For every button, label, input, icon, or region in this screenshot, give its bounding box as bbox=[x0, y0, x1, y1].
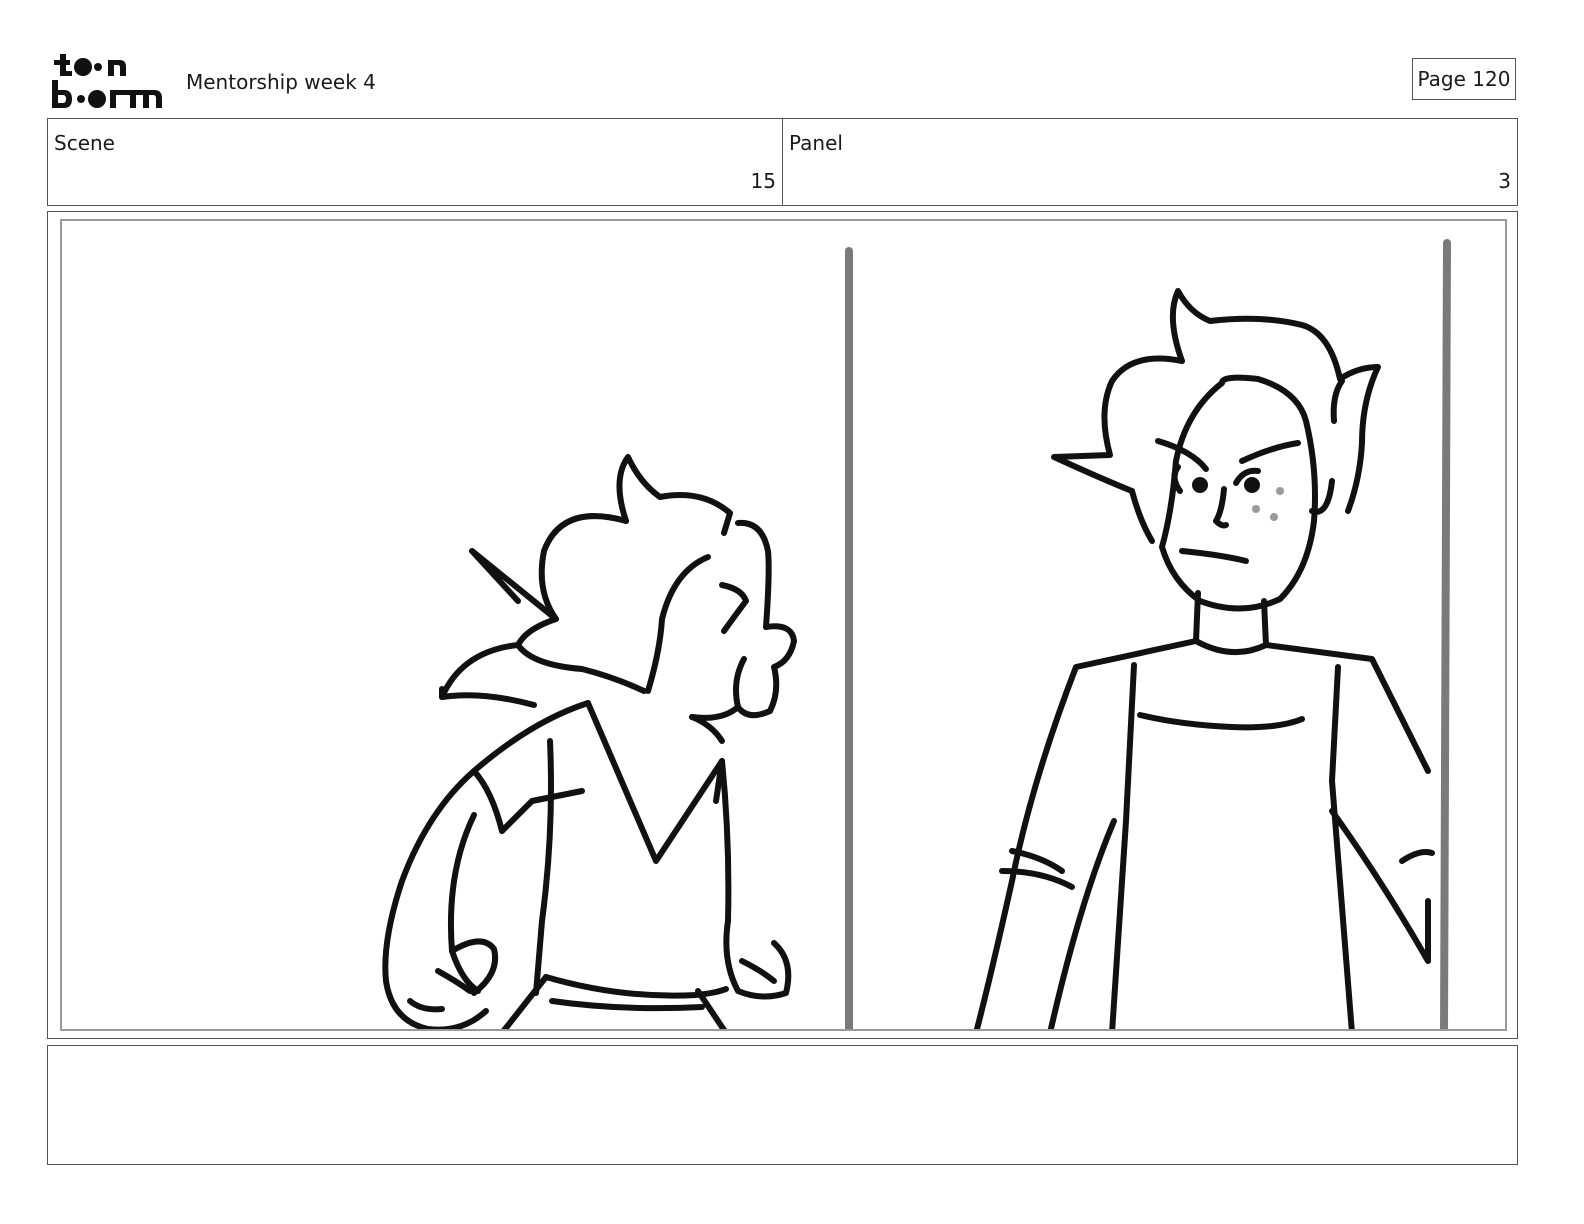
scene-number: 15 bbox=[750, 169, 776, 193]
scene-cell: Scene 15 bbox=[48, 119, 782, 205]
freckles bbox=[1252, 487, 1284, 521]
panel-cell: Panel 3 bbox=[782, 119, 1517, 205]
panel-number: 3 bbox=[1498, 169, 1511, 193]
toon-boom-logo bbox=[52, 54, 162, 108]
project-title: Mentorship week 4 bbox=[186, 70, 376, 94]
right-character-sketch bbox=[973, 288, 1435, 1029]
scene-panel-info: Scene 15 Panel 3 bbox=[47, 118, 1518, 206]
scene-label: Scene bbox=[54, 131, 115, 155]
panel-notes-box bbox=[47, 1045, 1518, 1165]
panel-label: Panel bbox=[789, 131, 843, 155]
page-number: Page 120 bbox=[1412, 58, 1516, 100]
storyboard-drawing-area bbox=[60, 219, 1507, 1031]
storyboard-panel-frame bbox=[47, 211, 1518, 1039]
storyboard-sketch bbox=[382, 239, 1451, 1029]
left-character-sketch bbox=[382, 454, 797, 1029]
